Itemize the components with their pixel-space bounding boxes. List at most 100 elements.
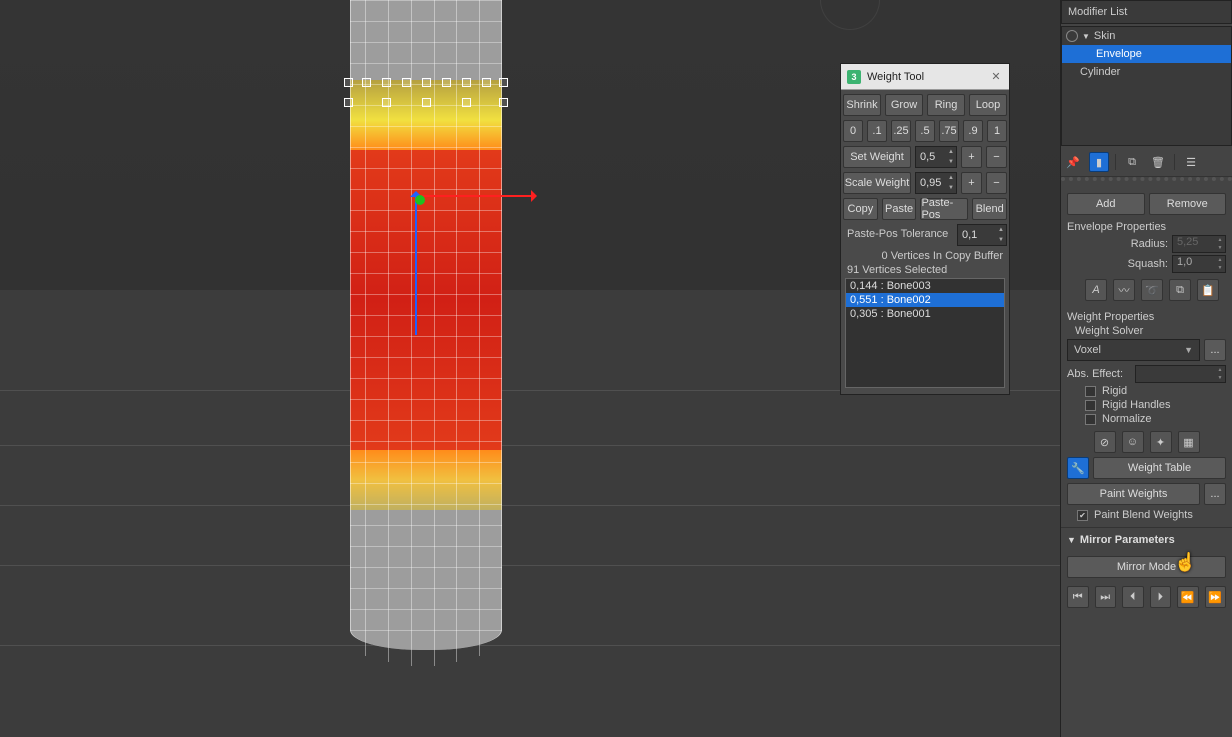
solver-options-button[interactable]: ...: [1204, 339, 1226, 361]
pin-icon[interactable]: 📌: [1063, 152, 1083, 172]
vertex-handle[interactable]: [499, 98, 508, 107]
chevron-down-icon[interactable]: ▼: [1216, 244, 1224, 252]
chevron-down-icon[interactable]: ▼: [996, 235, 1006, 245]
expand-icon[interactable]: ▼: [1067, 535, 1076, 545]
mirror-bones-r-icon[interactable]: ⏵: [1150, 586, 1172, 608]
chevron-down-icon[interactable]: ▼: [946, 157, 956, 167]
viewcube[interactable]: [820, 0, 880, 30]
stack-item-envelope[interactable]: Envelope: [1062, 45, 1231, 63]
delete-icon[interactable]: 🗑: [1148, 152, 1168, 172]
weight-tool-window[interactable]: 3 Weight Tool ✕ Shrink Grow Ring Loop 0 …: [840, 63, 1010, 395]
vertex-handle[interactable]: [382, 78, 391, 87]
chevron-up-icon[interactable]: ▲: [1216, 366, 1224, 374]
paint-options-button[interactable]: ...: [1204, 483, 1226, 505]
copy-env-icon[interactable]: ⧉: [1169, 279, 1191, 301]
chevron-up-icon[interactable]: ▲: [1216, 236, 1224, 244]
mirror-verts-r-icon[interactable]: ⏩: [1205, 586, 1227, 608]
vertex-handle[interactable]: [362, 78, 371, 87]
preset-75-button[interactable]: .75: [939, 120, 959, 142]
make-unique-icon[interactable]: ⧉: [1122, 152, 1142, 172]
chevron-down-icon[interactable]: ▼: [1216, 374, 1224, 382]
preset-0-button[interactable]: 0: [843, 120, 863, 142]
chevron-up-icon[interactable]: ▲: [946, 173, 956, 183]
paint-weights-button[interactable]: Paint Weights: [1067, 483, 1200, 505]
modifier-list-dropdown[interactable]: Modifier List: [1061, 0, 1232, 24]
crosssection-icon[interactable]: ➰: [1141, 279, 1163, 301]
select-excl-icon[interactable]: ✦: [1150, 431, 1172, 453]
skinned-cylinder[interactable]: [350, 0, 502, 670]
chevron-up-icon[interactable]: ▲: [1216, 256, 1224, 264]
loop-button[interactable]: Loop: [969, 94, 1007, 116]
close-icon[interactable]: ✕: [989, 70, 1003, 84]
blend-button[interactable]: Blend: [972, 198, 1007, 220]
squash-spinner[interactable]: 1,0 ▲▼: [1172, 255, 1226, 273]
mirror-bones-l-icon[interactable]: ⏴: [1122, 586, 1144, 608]
vertex-handle[interactable]: [422, 78, 431, 87]
vertex-handle[interactable]: [382, 98, 391, 107]
include-verts-icon[interactable]: ☺: [1122, 431, 1144, 453]
preset-25-button[interactable]: .25: [891, 120, 911, 142]
chevron-down-icon[interactable]: ▼: [946, 183, 956, 193]
radius-spinner[interactable]: 5,25 ▲▼: [1172, 235, 1226, 253]
vertex-handle[interactable]: [344, 98, 353, 107]
paste-env-icon[interactable]: 📋: [1197, 279, 1219, 301]
rigid-handles-checkbox[interactable]: Rigid Handles: [1085, 399, 1226, 411]
show-end-result-icon[interactable]: ▮: [1089, 152, 1109, 172]
vertex-handle[interactable]: [462, 98, 471, 107]
mirror-mode-button[interactable]: Mirror Mode: [1067, 556, 1226, 578]
chevron-up-icon[interactable]: ▲: [996, 225, 1006, 235]
bone-list-row[interactable]: 0,551 : Bone002: [846, 293, 1004, 307]
paste-pos-button[interactable]: Paste-Pos: [920, 198, 968, 220]
scale-weight-spinner[interactable]: ▲▼: [915, 172, 957, 194]
scale-weight-button[interactable]: Scale Weight: [843, 172, 911, 194]
configure-icon[interactable]: ☰: [1181, 152, 1201, 172]
envelope-falloff-icon[interactable]: 〰: [1113, 279, 1135, 301]
rigid-checkbox[interactable]: Rigid: [1085, 385, 1226, 397]
bone-weights-list[interactable]: 0,144 : Bone003 0,551 : Bone002 0,305 : …: [845, 278, 1005, 388]
modifier-stack[interactable]: ▼ Skin Envelope Cylinder: [1061, 26, 1232, 146]
chevron-up-icon[interactable]: ▲: [946, 147, 956, 157]
set-weight-button[interactable]: Set Weight: [843, 146, 911, 168]
normalize-checkbox[interactable]: Normalize: [1085, 413, 1226, 425]
mirror-paste-green-blue-icon[interactable]: ⏮: [1067, 586, 1089, 608]
remove-bone-button[interactable]: Remove: [1149, 193, 1227, 215]
mirror-paste-blue-green-icon[interactable]: ⏭: [1095, 586, 1117, 608]
shrink-button[interactable]: Shrink: [843, 94, 881, 116]
ring-button[interactable]: Ring: [927, 94, 965, 116]
preset-9-button[interactable]: .9: [963, 120, 983, 142]
chevron-down-icon[interactable]: ▼: [1216, 264, 1224, 272]
stack-item-skin[interactable]: ▼ Skin: [1062, 27, 1231, 45]
preset-1f-button[interactable]: 1: [987, 120, 1007, 142]
abs-rel-icon[interactable]: A: [1085, 279, 1107, 301]
weight-tool-titlebar[interactable]: 3 Weight Tool ✕: [841, 64, 1009, 90]
mirror-verts-l-icon[interactable]: ⏪: [1177, 586, 1199, 608]
set-weight-spinner[interactable]: ▲▼: [915, 146, 957, 168]
stack-item-cylinder[interactable]: Cylinder: [1062, 63, 1231, 81]
vertex-handle[interactable]: [499, 78, 508, 87]
vertex-handle[interactable]: [482, 78, 491, 87]
paste-tol-spinner[interactable]: ▲▼: [957, 224, 1007, 246]
scale-plus-button[interactable]: +: [961, 172, 982, 194]
preset-5-button[interactable]: .5: [915, 120, 935, 142]
expand-icon[interactable]: ▼: [1082, 32, 1090, 41]
exclude-verts-icon[interactable]: ⊘: [1094, 431, 1116, 453]
wrench-icon[interactable]: 🔧: [1067, 457, 1089, 479]
scale-minus-button[interactable]: −: [986, 172, 1007, 194]
add-bone-button[interactable]: Add: [1067, 193, 1145, 215]
abs-effect-spinner[interactable]: ▲▼: [1135, 365, 1226, 383]
weight-plus-button[interactable]: +: [961, 146, 982, 168]
paint-blend-checkbox[interactable]: ✔ Paint Blend Weights: [1077, 509, 1226, 521]
bone-list-row[interactable]: 0,144 : Bone003: [846, 279, 1004, 293]
vertex-handle[interactable]: [344, 78, 353, 87]
vertex-handle[interactable]: [402, 78, 411, 87]
preset-1-button[interactable]: .1: [867, 120, 887, 142]
copy-button[interactable]: Copy: [843, 198, 878, 220]
vertex-handle[interactable]: [462, 78, 471, 87]
vertex-handle[interactable]: [442, 78, 451, 87]
weight-solver-select[interactable]: Voxel ▼: [1067, 339, 1200, 361]
weight-table-button[interactable]: Weight Table: [1093, 457, 1226, 479]
vertex-handle[interactable]: [422, 98, 431, 107]
grow-button[interactable]: Grow: [885, 94, 923, 116]
bone-list-row[interactable]: 0,305 : Bone001: [846, 307, 1004, 321]
visibility-icon[interactable]: [1066, 30, 1078, 42]
